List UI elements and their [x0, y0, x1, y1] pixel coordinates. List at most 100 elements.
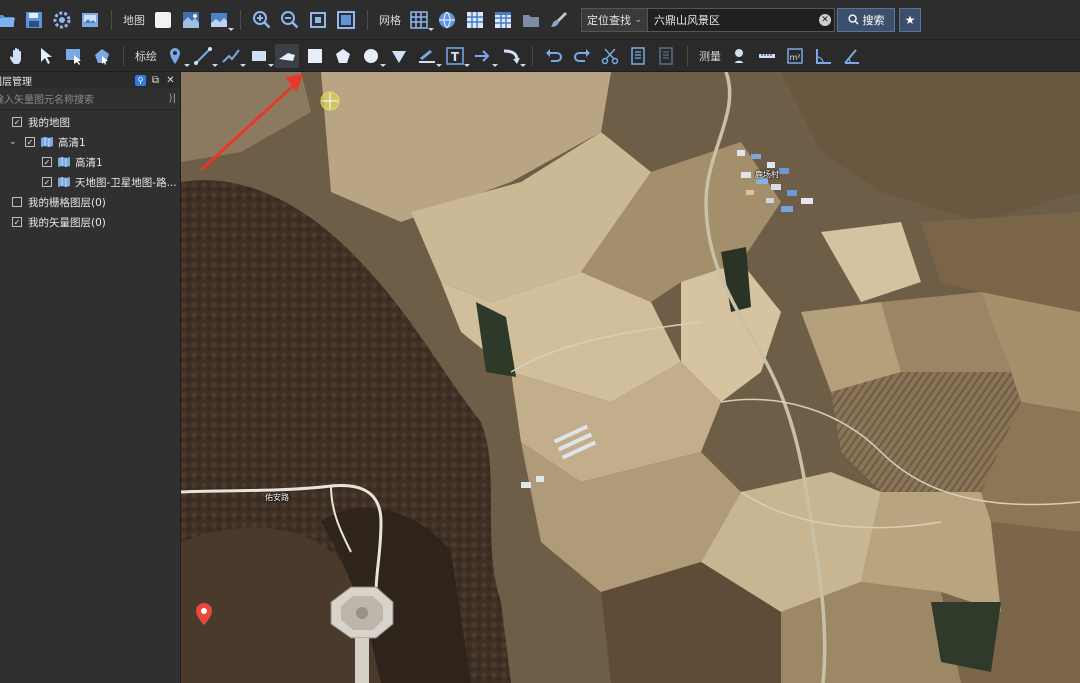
pan-hand-icon[interactable] [6, 44, 30, 68]
checkbox-checked-icon[interactable]: ✓ [12, 117, 22, 127]
zoom-extent-icon[interactable] [306, 8, 330, 32]
checkbox-checked-icon[interactable]: ✓ [42, 157, 52, 167]
checkbox-checked-icon[interactable]: ✓ [42, 177, 52, 187]
float-window-icon[interactable]: ⧉ [150, 75, 161, 86]
zoom-in-icon[interactable] [250, 8, 274, 32]
draw-square-icon[interactable] [303, 44, 327, 68]
settings-gear-icon[interactable] [50, 8, 74, 32]
image-export-icon[interactable] [78, 8, 102, 32]
toolbar-separator [687, 45, 688, 66]
tile-grid-icon[interactable] [463, 8, 487, 32]
map-layer-icon [41, 137, 53, 147]
search-mode-select[interactable]: 定位查找 ⌄ [581, 7, 647, 32]
clear-search-icon[interactable]: ✕ [819, 13, 831, 26]
close-icon[interactable]: ✕ [165, 75, 176, 86]
full-screen-icon[interactable] [334, 8, 358, 32]
tree-node-label: 我的矢量图层(0) [28, 216, 106, 229]
tree-node-hd-layer[interactable]: ✓ 高清1 [0, 152, 180, 172]
panel-actions: ⚲ ⧉ ✕ [135, 74, 176, 86]
draw-line-icon[interactable] [191, 44, 218, 68]
measure-point-icon[interactable] [727, 44, 751, 68]
draw-text-line-icon[interactable] [415, 44, 442, 68]
map-group-label: 地图 [123, 13, 145, 27]
chevron-down-icon: ⌄ [634, 14, 642, 25]
search-mode-value: 定位查找 [587, 13, 631, 27]
panel-header: 图层管理 ⚲ ⧉ ✕ [0, 72, 180, 88]
tree-node-my-map[interactable]: ✓ 我的地图 [0, 112, 180, 132]
search-icon[interactable]: ⚲ [135, 74, 146, 86]
layer-management-panel: 图层管理 ⚲ ⧉ ✕ 输入矢量图元名称搜索 ⟩| ✓ 我的地图 ⌄ ✓ 高清1 … [0, 72, 181, 683]
tree-node-tianditu-layer[interactable]: ✓ 天地图-卫星地图-路... [0, 172, 180, 192]
tree-node-label: 我的地图 [28, 116, 70, 129]
tree-node-label: 我的栅格图层(0) [28, 196, 106, 209]
measure-area-icon[interactable]: m² [783, 44, 807, 68]
tree-node-raster-layers[interactable]: 我的栅格图层(0) [0, 192, 180, 212]
collapse-panel-icon[interactable]: ⟩| [169, 93, 176, 104]
grid-icon[interactable] [407, 8, 434, 32]
star-icon: ★ [904, 12, 916, 27]
copy-document-icon[interactable] [626, 44, 650, 68]
layer-filter[interactable]: 输入矢量图元名称搜索 ⟩| [0, 88, 180, 110]
box-select-icon[interactable] [62, 44, 86, 68]
blank-map-icon[interactable] [151, 8, 175, 32]
globe-grid-icon[interactable] [435, 8, 459, 32]
satellite-map-view[interactable]: 鹿场村 佑安路 [181, 72, 1080, 683]
annotation-arrow-icon [199, 74, 303, 172]
map-style-dropdown-icon[interactable] [207, 8, 234, 32]
draw-freeform-polygon-icon[interactable] [275, 43, 299, 68]
folder-icon[interactable] [519, 8, 543, 32]
paste-document-icon[interactable] [654, 44, 678, 68]
arrow-icon[interactable] [471, 44, 498, 68]
map-pin-icon[interactable] [163, 44, 190, 68]
polygon-select-icon[interactable] [90, 44, 114, 68]
measure-group-label: 测量 [699, 49, 721, 63]
measure-angle-icon[interactable] [811, 44, 835, 68]
chevron-down-icon[interactable]: ⌄ [9, 137, 19, 147]
brush-icon[interactable] [547, 8, 571, 32]
drawing-toolbar: 标绘 T 测量 m² [0, 40, 1080, 72]
favorite-star-button[interactable]: ★ [899, 7, 921, 32]
zoom-out-icon[interactable] [278, 8, 302, 32]
open-folder-icon[interactable] [0, 8, 18, 32]
location-search: 定位查找 ⌄ ✕ 搜索 ★ [581, 7, 921, 32]
satellite-map-icon[interactable] [179, 8, 203, 32]
map-layer-icon [58, 157, 70, 167]
tree-node-label: 天地图-卫星地图-路... [75, 176, 177, 189]
draw-sector-icon[interactable] [387, 44, 411, 68]
layer-tree: ✓ 我的地图 ⌄ ✓ 高清1 ✓ 高清1 ✓ 天地图-卫星地图-路... 我的栅… [0, 110, 180, 232]
layer-filter-input[interactable]: 输入矢量图元名称搜索 [0, 91, 94, 106]
toolbar-separator [367, 9, 368, 30]
redo-icon[interactable] [570, 44, 594, 68]
panel-title: 图层管理 [0, 76, 32, 88]
save-icon[interactable] [22, 8, 46, 32]
search-button[interactable]: 搜索 [837, 7, 895, 32]
select-pointer-icon[interactable] [34, 44, 58, 68]
location-marker-icon[interactable] [195, 602, 213, 626]
measure-distance-icon[interactable] [755, 44, 779, 68]
svg-text:T: T [451, 50, 460, 64]
undo-icon[interactable] [542, 44, 566, 68]
tile-grid-alt-icon[interactable] [491, 8, 515, 32]
search-input[interactable] [647, 7, 835, 32]
draw-polyline-icon[interactable] [219, 44, 246, 68]
search-icon [847, 14, 859, 25]
draw-rectangle-icon[interactable] [247, 44, 274, 68]
curved-arrow-icon[interactable] [499, 44, 526, 68]
tree-node-hd-group[interactable]: ⌄ ✓ 高清1 [0, 132, 180, 152]
checkbox-unchecked-icon[interactable] [12, 197, 22, 207]
text-label-icon[interactable]: T [443, 44, 470, 68]
draw-circle-icon[interactable] [359, 44, 386, 68]
tree-node-vector-layers[interactable]: ✓ 我的矢量图层(0) [0, 212, 180, 232]
search-button-label: 搜索 [862, 13, 885, 27]
tree-node-label: 高清1 [75, 156, 103, 169]
toolbar-separator [111, 9, 112, 30]
toolbar-separator [532, 45, 533, 66]
draw-pentagon-icon[interactable] [331, 44, 355, 68]
scissors-cut-icon[interactable] [598, 44, 622, 68]
toolbar-separator [240, 9, 241, 30]
checkbox-checked-icon[interactable]: ✓ [12, 217, 22, 227]
grid-group-label: 网格 [379, 13, 401, 27]
checkbox-checked-icon[interactable]: ✓ [25, 137, 35, 147]
svg-text:m²: m² [790, 53, 801, 62]
measure-azimuth-icon[interactable] [839, 44, 863, 68]
